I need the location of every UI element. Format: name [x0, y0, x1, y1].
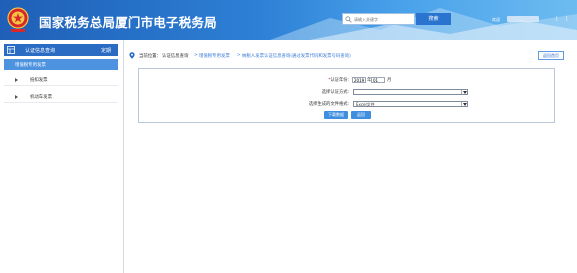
sidebar-item-label: 增值税专用发票 [15, 63, 46, 68]
header-search: 搜索 [342, 13, 482, 25]
period-label: *认证年份: [328, 78, 349, 83]
welcome-text: 欢迎 [492, 17, 500, 22]
query-form: *认证年份: 年 月 选择认证方式: 选择生成的文件格式: Excel文件 下载… [138, 68, 555, 123]
sidebar-section-title: 认证信息查询 [25, 48, 56, 54]
breadcrumb-separator: > [194, 53, 198, 58]
back-home-button[interactable]: 返回首页 [538, 51, 564, 60]
query-grid-icon [7, 46, 15, 54]
location-pin-icon [129, 52, 135, 59]
sidebar-item-vehicle-invoice[interactable]: 机动车发票 [4, 91, 118, 103]
chevron-down-icon [461, 102, 467, 106]
chevron-down-icon [461, 90, 467, 94]
sidebar-item-label: 抵扣发票 [30, 78, 48, 83]
auth-method-select[interactable] [353, 89, 468, 95]
main-content: 当前位置： 认证信息查询 > 增值税专用发票 > 纳税人发票认证信息查询(通过发… [125, 40, 577, 273]
logout-link[interactable]: | [566, 16, 568, 22]
search-icon [345, 16, 352, 23]
download-data-button[interactable]: 下载数据 [324, 111, 348, 119]
return-button[interactable]: 返回 [351, 111, 371, 119]
breadcrumb-item[interactable]: 增值税专用发票 [199, 53, 230, 59]
sidebar-section-action[interactable]: 定期 [101, 47, 111, 54]
site-title: 国家税务总局厦门市电子税务局 [39, 15, 217, 30]
top-banner: 国家税务总局厦门市电子税务局 搜索 欢迎 | | [0, 0, 577, 40]
breadcrumb-separator: > [237, 53, 241, 58]
month-field[interactable] [371, 77, 385, 83]
format-label: 选择生成的文件格式: [308, 102, 349, 107]
breadcrumb-item[interactable]: 认证信息查询 [162, 53, 188, 59]
year-field[interactable] [352, 77, 366, 83]
header-separator: | [556, 16, 558, 22]
search-input[interactable] [354, 15, 414, 24]
breadcrumb-label: 当前位置： [139, 54, 161, 59]
search-box[interactable] [342, 13, 415, 25]
sidebar-item-vat-special-invoice[interactable]: 增值税专用发票 [4, 59, 118, 70]
method-label: 选择认证方式: [321, 90, 349, 95]
breadcrumb-item-current: 纳税人发票认证信息查询(通过发票代码和发票号码查询) [242, 54, 351, 59]
sidebar-item-deduction-invoice[interactable]: 抵扣发票 [4, 74, 118, 86]
sidebar-section-header[interactable]: 认证信息查询 定期 [4, 44, 118, 56]
sidebar-item-label: 机动车发票 [30, 95, 52, 100]
month-unit: 月 [387, 78, 392, 83]
tax-emblem-icon [7, 7, 29, 32]
chevron-right-icon [15, 95, 18, 99]
chevron-right-icon [15, 78, 18, 82]
search-button[interactable]: 搜索 [416, 13, 451, 25]
sidebar: 认证信息查询 定期 增值税专用发票 抵扣发票 机动车发票 [0, 40, 124, 273]
file-format-select[interactable]: Excel文件 [353, 101, 468, 107]
select-value: Excel文件 [356, 102, 375, 107]
user-name-redacted [507, 16, 539, 22]
